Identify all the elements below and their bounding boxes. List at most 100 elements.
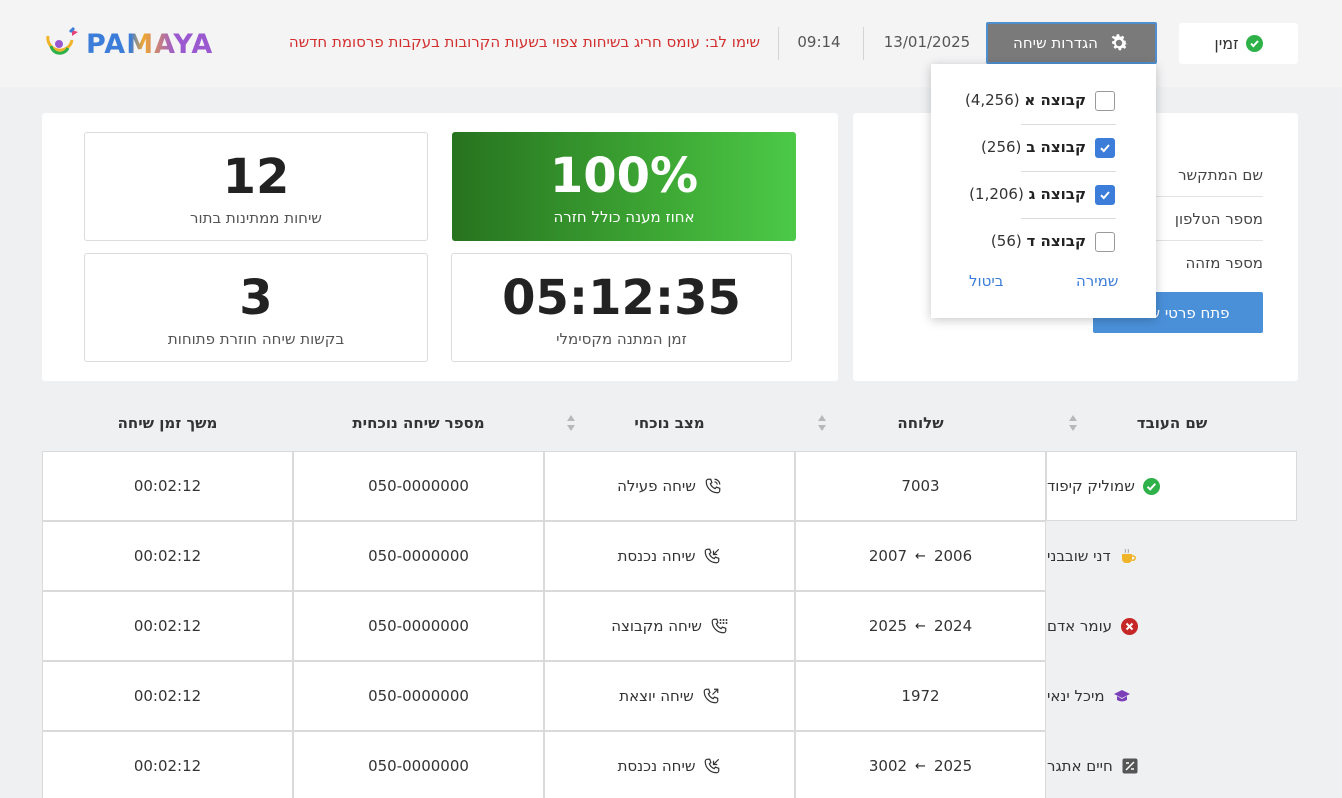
meeting-icon xyxy=(1121,757,1139,775)
group-name: קבוצה ד xyxy=(1026,232,1086,250)
column-header-number[interactable]: מספר שיחה נוכחית xyxy=(293,395,544,451)
group-checkbox[interactable] xyxy=(1095,91,1115,111)
transfer-arrow-icon: ←︎ xyxy=(915,758,926,774)
extension-to: 2025 xyxy=(868,617,908,635)
call-settings-button[interactable]: הגדרות שיחה xyxy=(986,22,1157,64)
column-header-label: מצב נוכחי xyxy=(634,414,705,432)
table-row-number-cell: 050-0000000 xyxy=(293,591,544,661)
column-header-label: משך זמן שיחה xyxy=(117,414,218,432)
group-option-label: קבוצה א (4,256) xyxy=(965,91,1086,109)
call-number: 050-0000000 xyxy=(368,617,469,635)
group-option[interactable]: קבוצה ג (1,206) xyxy=(931,171,1156,218)
availability-button[interactable]: זמין xyxy=(1179,23,1298,64)
phone-group-icon xyxy=(710,617,728,635)
save-button[interactable]: שמירה xyxy=(1076,272,1118,290)
group-name: קבוצה ב xyxy=(1026,138,1086,156)
table-row-duration-cell: 00:02:12 xyxy=(42,661,293,731)
table-row-duration-cell: 00:02:12 xyxy=(42,731,293,798)
logo-icon xyxy=(46,26,78,55)
available-icon xyxy=(1143,477,1161,495)
callback-requests-caption: בקשות שיחה חוזרת פתוחות xyxy=(167,330,345,348)
unavailable-icon xyxy=(1120,617,1138,635)
table-row-name-cell[interactable]: עומר אדם xyxy=(1046,591,1297,661)
phone-incoming-icon xyxy=(703,757,721,775)
call-number: 050-0000000 xyxy=(368,757,469,775)
group-option-label: קבוצה ב (256) xyxy=(981,138,1086,156)
table-row-extension-cell: 7003 xyxy=(795,451,1046,521)
gear-icon xyxy=(1111,34,1128,51)
group-checkbox[interactable] xyxy=(1095,232,1115,252)
table-row-name-cell[interactable]: שמוליק קיפוד xyxy=(1046,451,1297,521)
sort-icon[interactable] xyxy=(817,414,827,432)
waiting-calls-value: 12 xyxy=(222,149,290,205)
call-duration: 00:02:12 xyxy=(133,477,202,495)
group-option[interactable]: קבוצה ב (256) xyxy=(931,124,1156,171)
call-duration: 00:02:12 xyxy=(133,687,202,705)
group-name: קבוצה ג xyxy=(1028,185,1086,203)
column-header-duration[interactable]: משך זמן שיחה xyxy=(42,395,293,451)
column-header-label: שם העובד xyxy=(1136,414,1208,432)
call-state: שיחה נכנסת xyxy=(617,757,696,775)
group-count: (256) xyxy=(981,138,1022,156)
group-option[interactable]: קבוצה א (4,256) xyxy=(931,77,1156,124)
phone-incoming-icon xyxy=(703,547,721,565)
call-state: שיחה פעילה xyxy=(617,477,696,495)
table-row-name-cell[interactable]: חיים אתגר xyxy=(1046,731,1297,798)
call-duration: 00:02:12 xyxy=(133,547,202,565)
group-option-label: קבוצה ד (56) xyxy=(991,232,1086,250)
agent-name: דני שובבני xyxy=(1047,547,1111,565)
group-count: (4,256) xyxy=(964,91,1020,109)
table-row-name-cell[interactable]: דני שובבני xyxy=(1046,521,1297,591)
table-row-number-cell: 050-0000000 xyxy=(293,521,544,591)
group-count: (1,206) xyxy=(969,185,1024,203)
caller-name-label: שם המתקשר xyxy=(1178,165,1263,184)
table-row-status-cell: שיחה מקבוצה xyxy=(544,591,795,661)
table-row-number-cell: 050-0000000 xyxy=(293,731,544,798)
table-row-extension-cell: 2024 ←︎ 2025 xyxy=(795,591,1046,661)
extension-from: 2025 xyxy=(933,757,973,775)
table-row-status-cell: שיחה נכנסת xyxy=(544,521,795,591)
call-state: שיחה יוצאת xyxy=(619,687,694,705)
call-number: 050-0000000 xyxy=(368,477,469,495)
availability-label: זמין xyxy=(1214,34,1239,53)
table-row-status-cell: שיחה יוצאת xyxy=(544,661,795,731)
max-wait-value: 05:12:35 xyxy=(502,270,741,326)
sort-icon[interactable] xyxy=(1068,414,1078,432)
transfer-arrow-icon: ←︎ xyxy=(915,618,926,634)
table-row-status-cell: שיחה נכנסת xyxy=(544,731,795,798)
call-state: שיחה מקבוצה xyxy=(611,617,702,635)
waiting-calls-caption: שיחות ממתינות בתור xyxy=(190,209,322,227)
caller-id-label: מספר מזהה xyxy=(1185,254,1263,272)
callback-requests-value: 3 xyxy=(239,270,273,326)
table-row-name-cell[interactable]: מיכל ינאי xyxy=(1046,661,1297,731)
training-icon xyxy=(1113,687,1131,705)
table-row-duration-cell: 00:02:12 xyxy=(42,521,293,591)
table-row-duration-cell: 00:02:12 xyxy=(42,451,293,521)
cancel-button[interactable]: ביטול xyxy=(969,272,1003,290)
agent-name: שמוליק קיפוד xyxy=(1047,477,1135,495)
call-state: שיחה נכנסת xyxy=(617,547,696,565)
call-number: 050-0000000 xyxy=(368,547,469,565)
current-date: 13/01/2025 xyxy=(883,33,971,51)
agent-name: חיים אתגר xyxy=(1047,757,1113,775)
extension-from: 2006 xyxy=(933,547,973,565)
agent-name: מיכל ינאי xyxy=(1047,687,1105,705)
sort-icon[interactable] xyxy=(566,414,576,432)
group-option[interactable]: קבוצה ד (56) xyxy=(931,218,1156,265)
max-wait-caption: זמן המתנה מקסימלי xyxy=(556,330,687,348)
call-number: 050-0000000 xyxy=(368,687,469,705)
header-divider xyxy=(778,27,779,60)
extension-to: 2007 xyxy=(868,547,908,565)
answer-rate-value: 100% xyxy=(549,148,699,204)
table-row-number-cell: 050-0000000 xyxy=(293,661,544,731)
column-header-name[interactable]: שם העובד xyxy=(1046,395,1298,451)
coffee-break-icon xyxy=(1119,547,1137,565)
column-header-extension[interactable]: שלוחה xyxy=(795,395,1046,451)
extension-from: 2024 xyxy=(933,617,973,635)
group-checkbox[interactable] xyxy=(1095,138,1115,158)
group-checkbox[interactable] xyxy=(1095,185,1115,205)
transfer-arrow-icon: ←︎ xyxy=(915,548,926,564)
logo[interactable]: PAMAYA xyxy=(42,26,213,62)
column-header-status[interactable]: מצב נוכחי xyxy=(544,395,795,451)
callback-requests-tile: 3 בקשות שיחה חוזרת פתוחות xyxy=(84,253,428,362)
